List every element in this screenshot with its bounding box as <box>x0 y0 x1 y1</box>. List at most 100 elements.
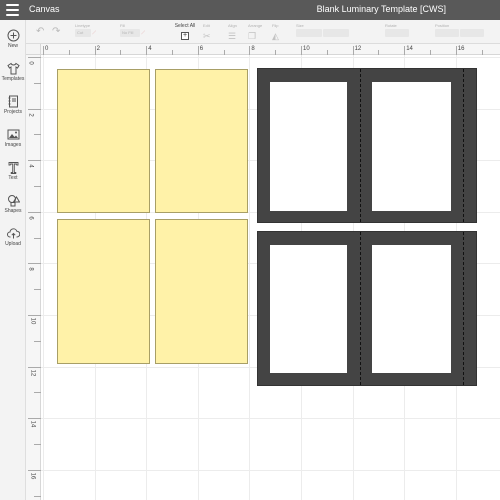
yellow-card-shape[interactable] <box>155 69 248 213</box>
sidebar-item-label: Images <box>4 142 22 148</box>
sidebar-item-templates[interactable]: Templates <box>0 62 26 82</box>
position-control[interactable]: Position <box>435 23 485 38</box>
ruler-label: 12 <box>354 46 362 52</box>
ruler-label: 0 <box>27 61 34 65</box>
ruler-tick <box>28 366 41 368</box>
linetype-select[interactable]: Cut <box>75 29 91 37</box>
tshirt-icon <box>6 62 20 75</box>
position-x-field[interactable] <box>435 29 459 37</box>
arrange-icon: ❐ <box>248 31 257 41</box>
score-line <box>463 232 464 385</box>
yellow-card-shape[interactable] <box>57 219 150 364</box>
size-control[interactable]: Size <box>296 23 350 38</box>
ruler-tick <box>28 418 41 420</box>
top-bar: Canvas Blank Luminary Template [CWS] <box>0 0 500 20</box>
sidebar-item-text[interactable]: Text <box>0 161 26 181</box>
cloud-upload-icon <box>6 227 20 240</box>
ruler-label: 2 <box>96 46 100 52</box>
frame-window-cutout <box>270 245 347 373</box>
ruler-tick <box>28 469 41 471</box>
ruler-tick <box>34 444 41 445</box>
ruler-tick <box>28 160 41 162</box>
yellow-card-shape[interactable] <box>155 219 248 364</box>
ruler-label: 12 <box>29 369 36 376</box>
sidebar-item-projects[interactable]: Projects <box>0 95 26 115</box>
ruler-tick <box>34 186 41 187</box>
hamburger-menu-icon[interactable] <box>6 4 19 16</box>
ruler-label: 10 <box>29 317 36 325</box>
ruler-tick <box>34 392 41 394</box>
position-y-field[interactable] <box>460 29 485 37</box>
grid-line <box>43 55 44 500</box>
ruler-label: 14 <box>29 420 36 428</box>
frame-window-cutout <box>372 82 451 211</box>
flip-label: Flip <box>272 23 279 28</box>
sidebar-item-shapes[interactable]: Shapes <box>0 194 26 214</box>
ruler-label: 6 <box>27 216 34 220</box>
ruler-tick <box>197 46 199 55</box>
width-field[interactable] <box>296 29 322 37</box>
align-label: Align <box>228 23 237 28</box>
ruler-tick <box>34 82 41 84</box>
ruler-tick <box>352 46 354 55</box>
rotate-field[interactable] <box>385 29 409 37</box>
linetype-control[interactable]: Linetype Cut ／ <box>75 23 96 37</box>
yellow-card-shape[interactable] <box>57 69 150 213</box>
ruler-label: 2 <box>27 112 34 117</box>
ruler-tick <box>28 211 41 213</box>
fill-control[interactable]: Fill No Fill ／ <box>120 23 145 37</box>
sidebar-item-images[interactable]: Images <box>0 128 26 148</box>
text-icon <box>7 161 20 174</box>
sidebar-item-upload[interactable]: Upload <box>0 227 26 247</box>
ruler-tick <box>249 46 251 55</box>
luminary-frame-shape[interactable] <box>257 68 477 223</box>
edit-label: Edit <box>203 23 210 28</box>
frame-window-cutout <box>270 82 347 211</box>
ruler-tick <box>28 108 41 110</box>
ruler-label: 16 <box>457 46 465 52</box>
align-control[interactable]: Align ☰ <box>228 23 237 42</box>
select-all-button[interactable]: Select All + <box>174 23 196 40</box>
align-icon: ☰ <box>228 31 237 41</box>
edit-toolbar: ↶ ↷ Linetype Cut ／ Fill No Fill ／ Select… <box>0 20 500 44</box>
left-sidebar: New Templates Projects Images Text Shape… <box>0 20 26 500</box>
ruler-tick <box>28 263 41 265</box>
undo-icon[interactable]: ↶ <box>36 26 44 37</box>
flip-control[interactable]: Flip ◭ <box>272 23 279 42</box>
ruler-tick <box>34 495 41 497</box>
height-field[interactable] <box>323 29 350 37</box>
ruler-tick <box>301 46 302 55</box>
ruler-label: 8 <box>251 46 255 52</box>
ruler-tick <box>28 315 41 316</box>
ruler-label: 10 <box>303 46 310 52</box>
sidebar-item-label: Upload <box>5 241 21 247</box>
scissors-icon: ✂ <box>203 31 211 41</box>
rotate-control[interactable]: Rotate <box>385 23 409 38</box>
frame-window-cutout <box>372 245 451 373</box>
ruler-label: 14 <box>406 46 413 52</box>
edit-control[interactable]: Edit ✂ <box>203 23 211 42</box>
fill-select[interactable]: No Fill <box>120 29 140 37</box>
grid-line <box>41 57 500 58</box>
luminary-frame-shape[interactable] <box>257 231 477 386</box>
sidebar-item-new[interactable]: New <box>0 29 26 49</box>
design-canvas[interactable] <box>41 55 500 500</box>
linetype-color-icon[interactable]: ／ <box>92 30 96 35</box>
redo-icon[interactable]: ↷ <box>52 26 60 37</box>
app-title: Canvas <box>29 4 60 14</box>
grid-line <box>41 469 500 471</box>
arrange-label: Arrange <box>248 23 263 28</box>
fill-color-icon[interactable]: ／ <box>141 30 145 35</box>
ruler-tick <box>34 340 41 342</box>
ruler-tick <box>28 57 41 58</box>
vertical-ruler: 0 2 4 6 8 10 12 14 16 <box>26 55 41 500</box>
shapes-icon <box>7 194 20 207</box>
ruler-label: 6 <box>199 46 204 52</box>
score-line <box>360 69 361 222</box>
ruler-tick <box>146 46 148 55</box>
document-title[interactable]: Blank Luminary Template [CWS] <box>317 4 446 14</box>
horizontal-ruler: 0 2 4 6 8 10 12 14 16 <box>41 44 500 55</box>
arrange-control[interactable]: Arrange ❐ <box>248 23 262 42</box>
ruler-tick <box>404 46 406 55</box>
flip-icon: ◭ <box>272 31 279 41</box>
